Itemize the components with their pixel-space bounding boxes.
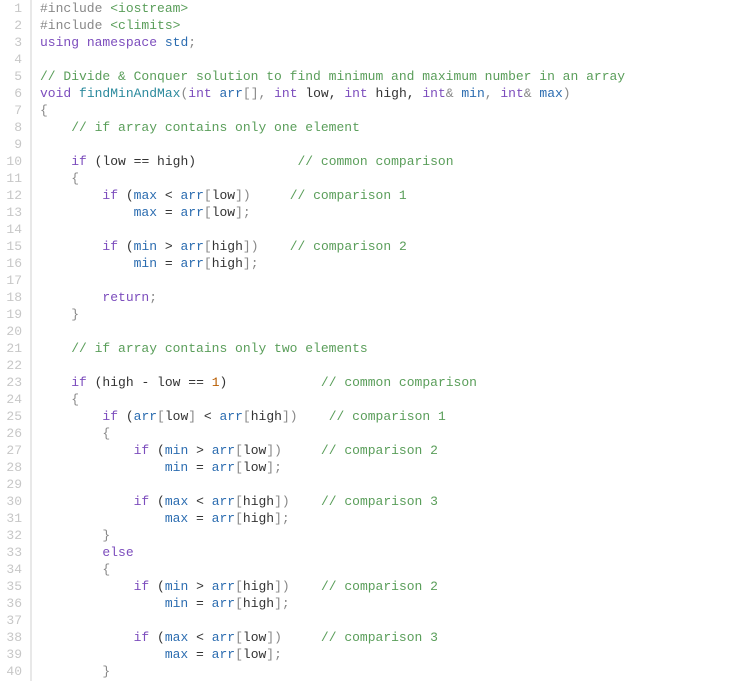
- code-line: [40, 612, 735, 629]
- code-line: if (max < arr[low]) // comparison 3: [40, 629, 735, 646]
- code-line: min = arr[high];: [40, 255, 735, 272]
- code-line: [40, 221, 735, 238]
- code-line: #include <climits>: [40, 17, 735, 34]
- line-number: 20: [0, 323, 22, 340]
- code-line: else: [40, 544, 735, 561]
- line-number: 7: [0, 102, 22, 119]
- code-line: }: [40, 306, 735, 323]
- code-line: {: [40, 170, 735, 187]
- code-line: // if array contains only two elements: [40, 340, 735, 357]
- code-line: if (max < arr[low]) // comparison 1: [40, 187, 735, 204]
- code-line: if (max < arr[high]) // comparison 3: [40, 493, 735, 510]
- code-line: #include <iostream>: [40, 0, 735, 17]
- line-number: 27: [0, 442, 22, 459]
- code-line: if (arr[low] < arr[high]) // comparison …: [40, 408, 735, 425]
- line-number: 23: [0, 374, 22, 391]
- line-number: 33: [0, 544, 22, 561]
- line-number: 21: [0, 340, 22, 357]
- line-number: 19: [0, 306, 22, 323]
- line-number: 17: [0, 272, 22, 289]
- code-line: [40, 272, 735, 289]
- code-line: [40, 476, 735, 493]
- line-number: 12: [0, 187, 22, 204]
- code-line: min = arr[high];: [40, 595, 735, 612]
- code-line: }: [40, 527, 735, 544]
- code-editor: 1234567891011121314151617181920212223242…: [0, 0, 735, 681]
- code-line: [40, 136, 735, 153]
- code-line: using namespace std;: [40, 34, 735, 51]
- code-line: {: [40, 102, 735, 119]
- code-line: void findMinAndMax(int arr[], int low, i…: [40, 85, 735, 102]
- code-line: max = arr[high];: [40, 510, 735, 527]
- code-line: [40, 323, 735, 340]
- line-number: 39: [0, 646, 22, 663]
- code-line: max = arr[low];: [40, 204, 735, 221]
- line-number: 13: [0, 204, 22, 221]
- line-number: 5: [0, 68, 22, 85]
- line-number: 18: [0, 289, 22, 306]
- code-line: {: [40, 391, 735, 408]
- line-number: 9: [0, 136, 22, 153]
- code-line: if (min > arr[high]) // comparison 2: [40, 238, 735, 255]
- code-line: }: [40, 663, 735, 680]
- line-number: 34: [0, 561, 22, 578]
- line-number: 8: [0, 119, 22, 136]
- code-line: min = arr[low];: [40, 459, 735, 476]
- code-line: [40, 357, 735, 374]
- line-number: 31: [0, 510, 22, 527]
- line-number: 2: [0, 17, 22, 34]
- code-line: return;: [40, 289, 735, 306]
- line-number: 1: [0, 0, 22, 17]
- line-number: 11: [0, 170, 22, 187]
- line-number: 24: [0, 391, 22, 408]
- code-line: if (min > arr[high]) // comparison 2: [40, 578, 735, 595]
- code-line: {: [40, 561, 735, 578]
- code-line: // if array contains only one element: [40, 119, 735, 136]
- line-number: 29: [0, 476, 22, 493]
- line-number: 38: [0, 629, 22, 646]
- line-number: 14: [0, 221, 22, 238]
- line-number: 30: [0, 493, 22, 510]
- line-number: 3: [0, 34, 22, 51]
- code-line: if (min > arr[low]) // comparison 2: [40, 442, 735, 459]
- code-line: {: [40, 425, 735, 442]
- code-line: if (low == high) // common comparison: [40, 153, 735, 170]
- line-number: 6: [0, 85, 22, 102]
- line-number: 28: [0, 459, 22, 476]
- line-number: 35: [0, 578, 22, 595]
- code-line: max = arr[low];: [40, 646, 735, 663]
- line-number: 25: [0, 408, 22, 425]
- code-area[interactable]: #include <iostream>#include <climits>usi…: [32, 0, 735, 681]
- line-number: 4: [0, 51, 22, 68]
- line-number: 22: [0, 357, 22, 374]
- code-line: [40, 51, 735, 68]
- line-number: 16: [0, 255, 22, 272]
- code-line: // Divide & Conquer solution to find min…: [40, 68, 735, 85]
- line-number: 26: [0, 425, 22, 442]
- line-number: 37: [0, 612, 22, 629]
- code-line: if (high - low == 1) // common compariso…: [40, 374, 735, 391]
- line-number-gutter: 1234567891011121314151617181920212223242…: [0, 0, 32, 681]
- line-number: 36: [0, 595, 22, 612]
- line-number: 10: [0, 153, 22, 170]
- line-number: 32: [0, 527, 22, 544]
- line-number: 15: [0, 238, 22, 255]
- line-number: 40: [0, 663, 22, 680]
